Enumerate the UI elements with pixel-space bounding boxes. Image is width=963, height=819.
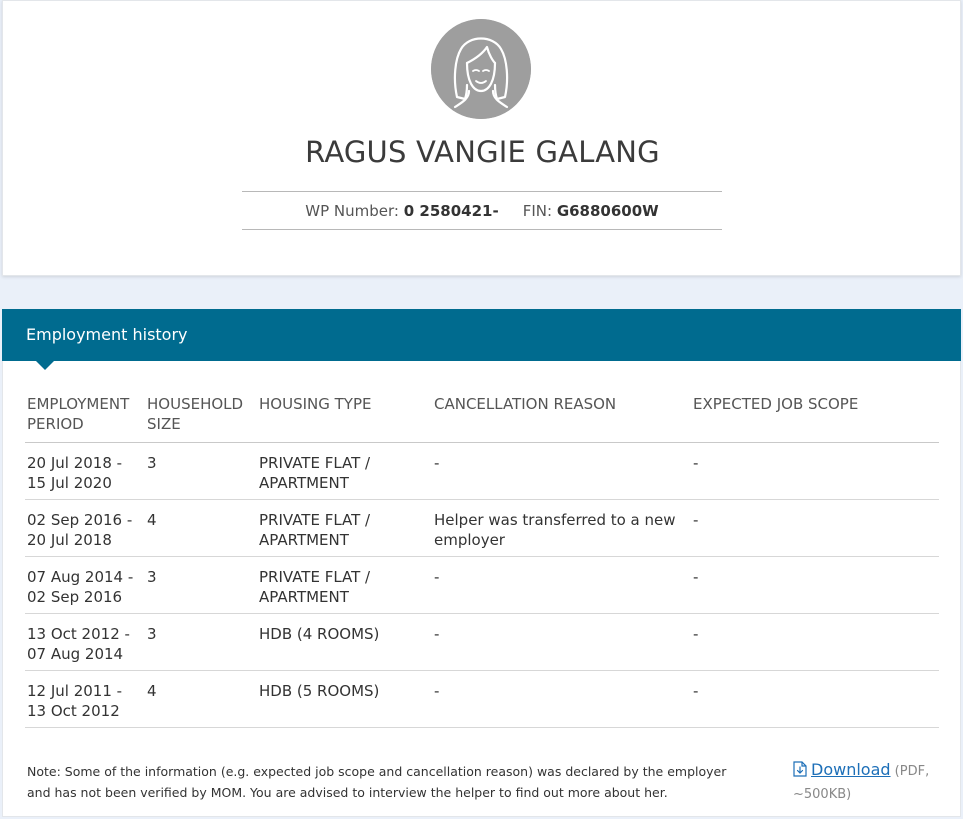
cell-household-size: 3 xyxy=(145,442,257,500)
id-bar: WP Number: 0 2580421- FIN: G6880600W xyxy=(242,191,722,230)
cell-housing-type: PRIVATE FLAT / APARTMENT xyxy=(257,556,432,614)
cell-cancellation-reason: - xyxy=(432,613,691,671)
profile-card: RAGUS VANGIE GALANG WP Number: 0 2580421… xyxy=(2,0,961,276)
cell-household-size: 3 xyxy=(145,613,257,671)
cell-housing-type: PRIVATE FLAT / APARTMENT xyxy=(257,499,432,557)
cell-job-scope: - xyxy=(691,499,939,557)
cell-household-size: 4 xyxy=(145,499,257,557)
cell-household-size: 4 xyxy=(145,670,257,728)
cell-period: 07 Aug 2014 - 02 Sep 2016 xyxy=(25,556,145,614)
column-header-household-size: HOUSEHOLD SIZE xyxy=(145,392,257,443)
column-header-employment-period: EMPLOYMENT PERIOD xyxy=(25,392,145,443)
fin-label: FIN: xyxy=(522,201,553,220)
cell-job-scope: - xyxy=(691,442,939,500)
wp-number-group: WP Number: 0 2580421- xyxy=(305,202,498,220)
fin-group: FIN: G6880600W xyxy=(523,202,659,220)
cell-cancellation-reason: - xyxy=(432,556,691,614)
cell-household-size: 3 xyxy=(145,556,257,614)
table-row: 02 Sep 2016 - 20 Jul 2018 4 PRIVATE FLAT… xyxy=(25,499,939,557)
cell-housing-type: PRIVATE FLAT / APARTMENT xyxy=(257,442,432,500)
table-row: 20 Jul 2018 - 15 Jul 2020 3 PRIVATE FLAT… xyxy=(25,442,939,500)
cell-job-scope: - xyxy=(691,556,939,614)
cell-housing-type: HDB (5 ROOMS) xyxy=(257,670,432,728)
employment-history-table: EMPLOYMENT PERIOD HOUSEHOLD SIZE HOUSING… xyxy=(25,392,939,728)
employment-history-header: Employment history xyxy=(2,309,961,370)
table-row: 13 Oct 2012 - 07 Aug 2014 3 HDB (4 ROOMS… xyxy=(25,613,939,671)
header-pointer xyxy=(36,361,54,370)
table-row: 07 Aug 2014 - 02 Sep 2016 3 PRIVATE FLAT… xyxy=(25,556,939,614)
cell-period: 12 Jul 2011 - 13 Oct 2012 xyxy=(25,670,145,728)
cell-period: 13 Oct 2012 - 07 Aug 2014 xyxy=(25,613,145,671)
helper-name: RAGUS VANGIE GALANG xyxy=(305,135,660,169)
female-avatar-icon xyxy=(431,19,531,119)
employment-history-card: Employment history EMPLOYMENT PERIOD HOU… xyxy=(2,309,961,817)
cell-period: 02 Sep 2016 - 20 Jul 2018 xyxy=(25,499,145,557)
cell-cancellation-reason: - xyxy=(432,442,691,500)
disclaimer-note: Note: Some of the information (e.g. expe… xyxy=(27,764,727,800)
cell-job-scope: - xyxy=(691,613,939,671)
wp-number-label: WP Number: xyxy=(305,201,399,220)
column-header-housing-type: HOUSING TYPE xyxy=(257,392,432,443)
cell-housing-type: HDB (4 ROOMS) xyxy=(257,613,432,671)
table-header-row: EMPLOYMENT PERIOD HOUSEHOLD SIZE HOUSING… xyxy=(25,392,939,443)
cell-job-scope: - xyxy=(691,670,939,728)
cell-period: 20 Jul 2018 - 15 Jul 2020 xyxy=(25,442,145,500)
column-header-expected-job-scope: EXPECTED JOB SCOPE xyxy=(691,392,939,443)
fin-value: G6880600W xyxy=(556,201,659,220)
pdf-download-icon[interactable] xyxy=(793,761,807,784)
column-header-cancellation-reason: CANCELLATION REASON xyxy=(432,392,691,443)
table-row: 12 Jul 2011 - 13 Oct 2012 4 HDB (5 ROOMS… xyxy=(25,670,939,728)
employment-history-title: Employment history xyxy=(26,325,188,344)
wp-number-value: 0 2580421- xyxy=(403,201,499,220)
download-link[interactable]: Download xyxy=(811,760,891,779)
cell-cancellation-reason: Helper was transferred to a new employer xyxy=(432,499,691,557)
download-section: Download (PDF, ~500KB) xyxy=(793,759,943,805)
cell-cancellation-reason: - xyxy=(432,670,691,728)
